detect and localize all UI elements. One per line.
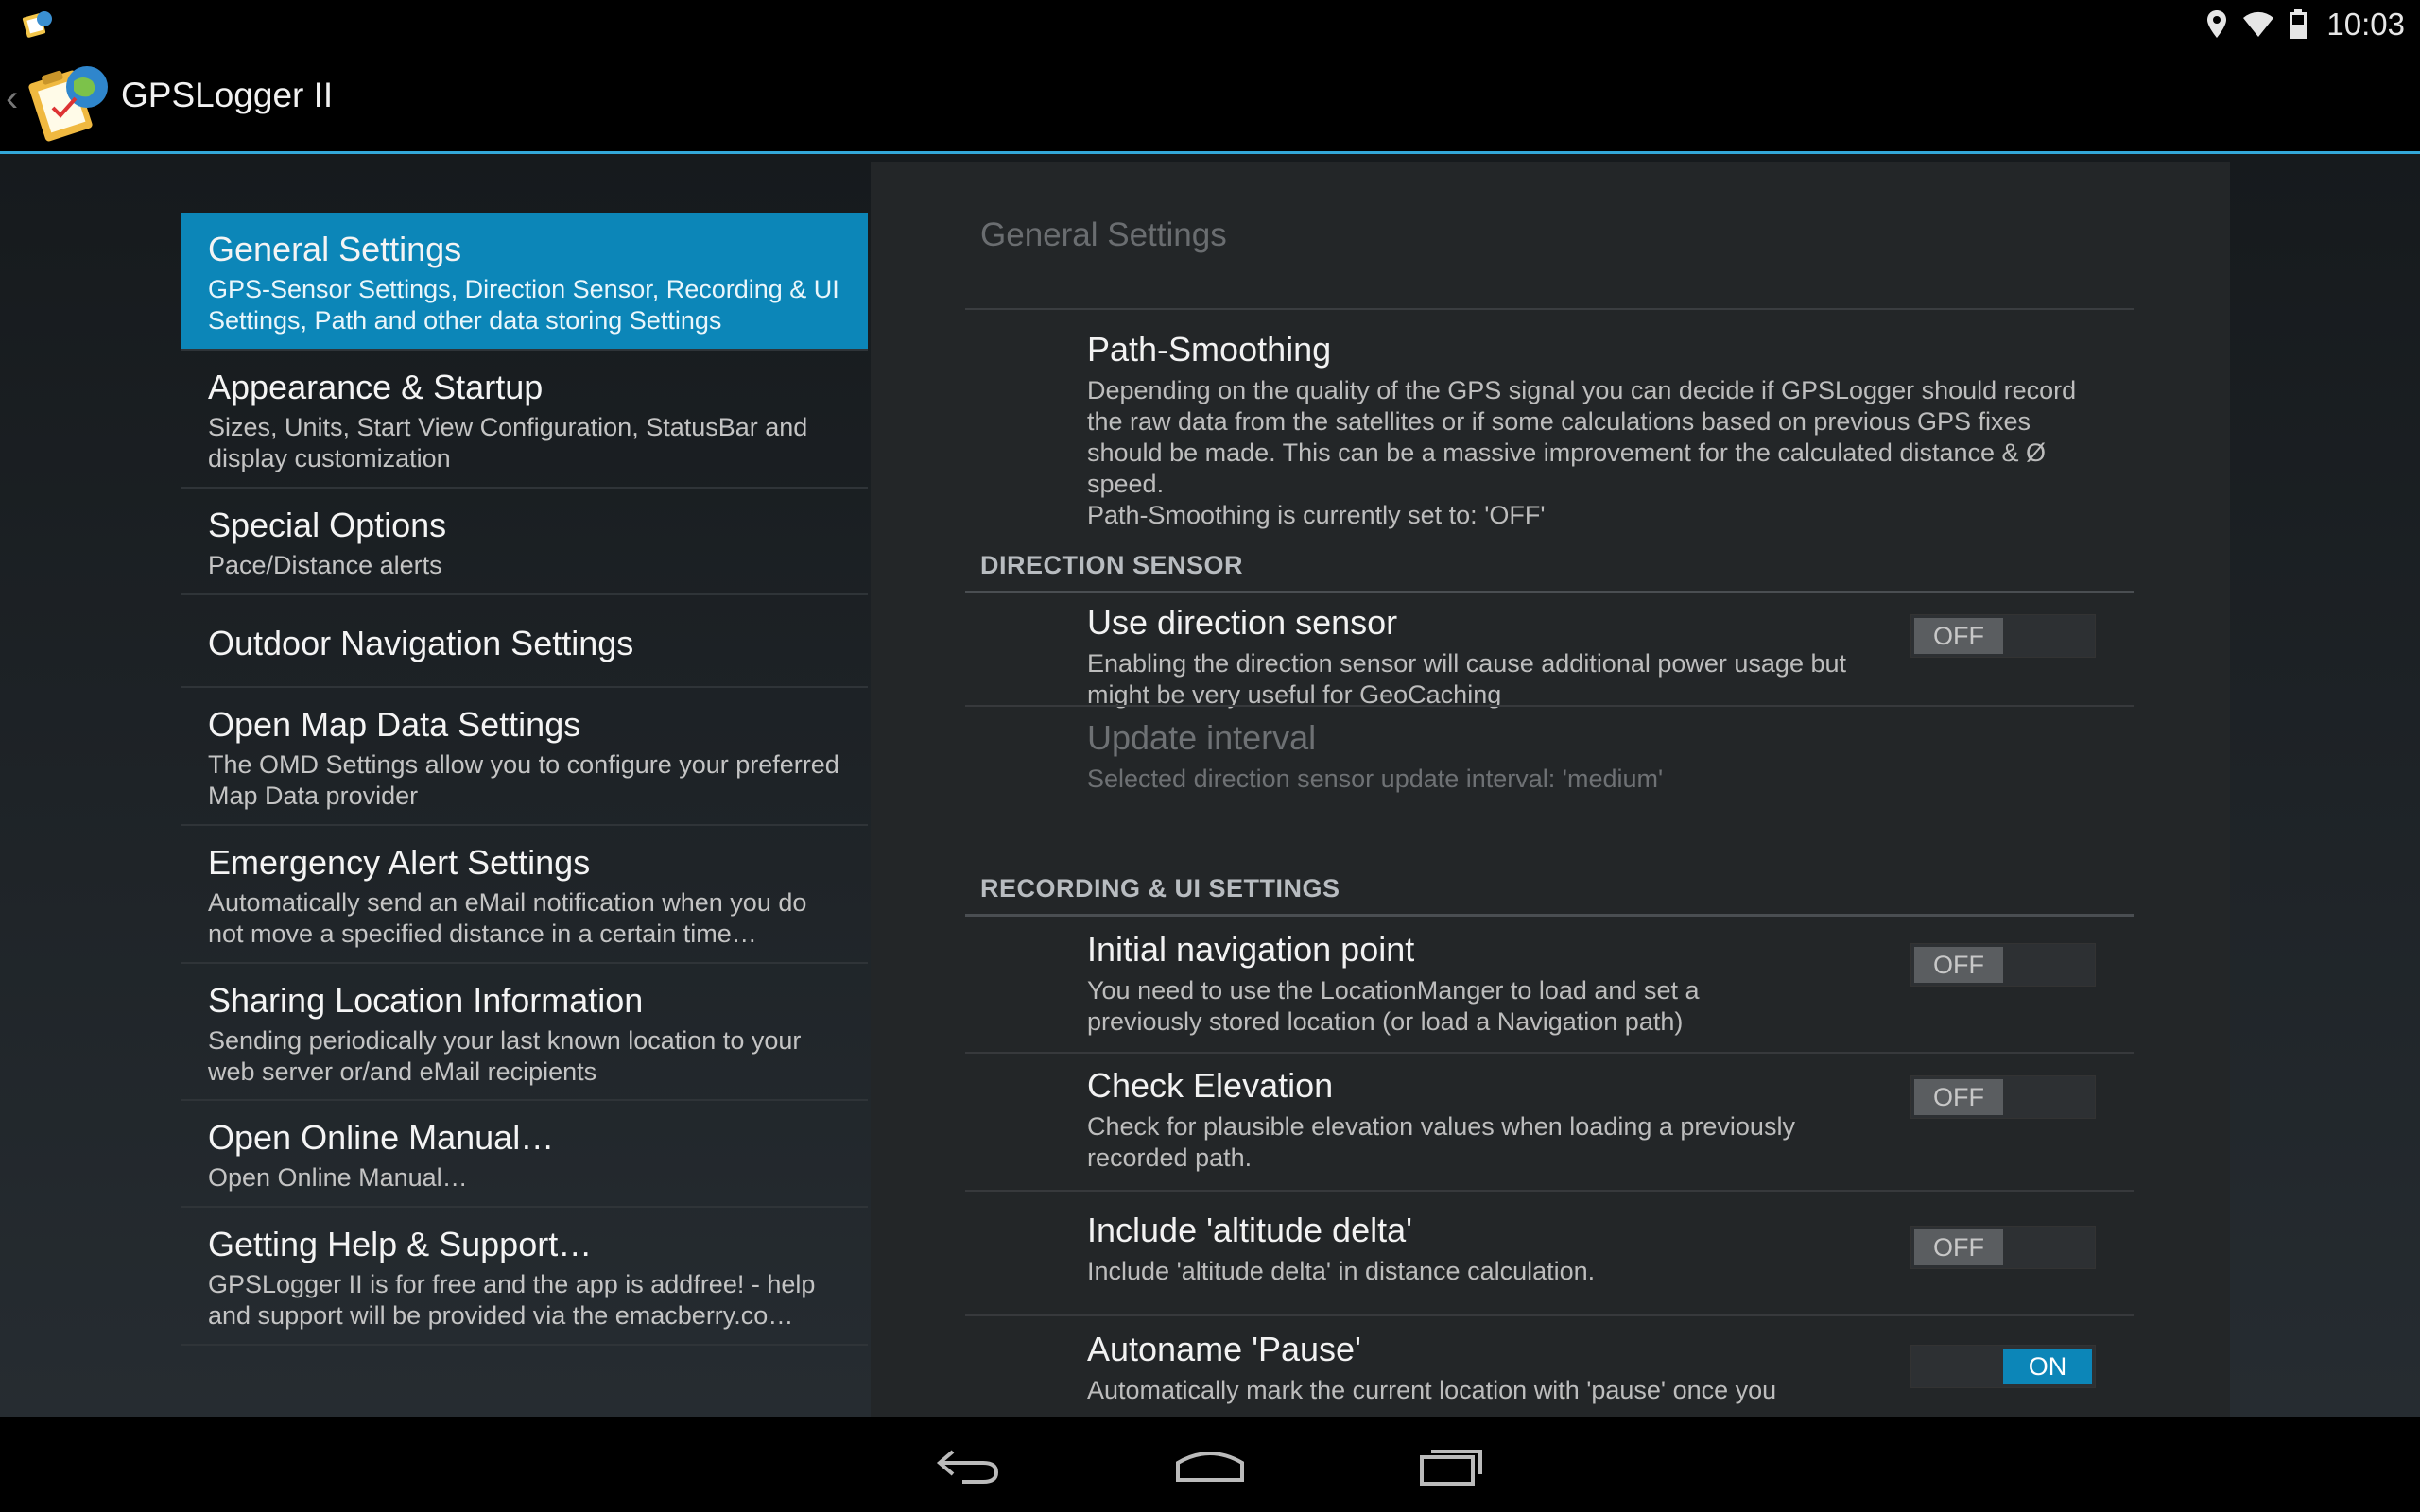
- pref-path-smoothing[interactable]: Path-Smoothing Depending on the quality …: [965, 313, 2134, 529]
- toggle-knob: OFF: [1914, 947, 2003, 983]
- pref-summary: Depending on the quality of the GPS sign…: [1087, 376, 2077, 498]
- settings-header-list: General Settings GPS-Sensor Settings, Di…: [181, 213, 868, 1346]
- header-open-map-data[interactable]: Open Map Data Settings The OMD Settings …: [181, 688, 868, 826]
- pref-title: Initial navigation point: [1087, 930, 1415, 969]
- header-summary: Pace/Distance alerts: [208, 551, 442, 579]
- header-title: Open Map Data Settings: [208, 705, 581, 744]
- toggle-knob: ON: [2003, 1349, 2092, 1384]
- divider: [965, 308, 2134, 310]
- header-title: General Settings: [208, 230, 462, 268]
- wifi-icon: [2243, 11, 2274, 37]
- pref-title: Update interval: [1087, 718, 1317, 757]
- header-summary: Sizes, Units, Start View Configuration, …: [208, 413, 808, 472]
- header-summary: GPSLogger II is for free and the app is …: [208, 1270, 816, 1330]
- header-title: Emergency Alert Settings: [208, 843, 591, 882]
- header-special-options[interactable]: Special Options Pace/Distance alerts: [181, 489, 868, 595]
- pref-update-interval: Update interval Selected direction senso…: [965, 707, 2134, 820]
- header-title: Open Online Manual…: [208, 1118, 555, 1157]
- pref-summary: Include 'altitude delta' in distance cal…: [1087, 1257, 1596, 1285]
- clock: 10:03: [2326, 7, 2405, 42]
- pref-summary: Check for plausible elevation values whe…: [1087, 1112, 1795, 1172]
- pref-summary: Selected direction sensor update interva…: [1087, 765, 1664, 793]
- pref-status: Path-Smoothing is currently set to: 'OFF…: [1087, 501, 1546, 529]
- pref-summary: Enabling the direction sensor will cause…: [1087, 649, 1846, 709]
- pref-title: Include 'altitude delta': [1087, 1211, 1412, 1249]
- divider: [965, 1052, 2134, 1054]
- pref-title: Autoname 'Pause': [1087, 1330, 1361, 1368]
- toggle-knob: OFF: [1914, 1079, 2003, 1115]
- header-sharing-location[interactable]: Sharing Location Information Sending per…: [181, 964, 868, 1101]
- panel-title: General Settings: [980, 216, 1227, 253]
- header-summary: The OMD Settings allow you to configure …: [208, 750, 839, 810]
- check-elevation-toggle[interactable]: OFF: [1910, 1075, 2096, 1119]
- category-direction-sensor: DIRECTION SENSOR: [980, 551, 1244, 579]
- status-bar: 10:03: [0, 0, 2420, 49]
- header-appearance-startup[interactable]: Appearance & Startup Sizes, Units, Start…: [181, 351, 868, 489]
- pref-use-direction-sensor[interactable]: Use direction sensor Enabling the direct…: [965, 593, 2134, 709]
- pref-title: Check Elevation: [1087, 1066, 1334, 1105]
- pref-summary: You need to use the LocationManger to lo…: [1087, 976, 1700, 1036]
- header-title: Appearance & Startup: [208, 368, 544, 406]
- header-general-settings[interactable]: General Settings GPS-Sensor Settings, Di…: [181, 213, 868, 351]
- recent-apps-icon[interactable]: [1418, 1442, 1486, 1489]
- header-title: Sharing Location Information: [208, 981, 644, 1020]
- action-bar: ‹ GPSLogger II: [0, 49, 2420, 154]
- location-icon: [2207, 10, 2227, 38]
- header-title: Special Options: [208, 506, 447, 544]
- toggle-knob: OFF: [1914, 1229, 2003, 1265]
- battery-icon: [2290, 9, 2308, 39]
- header-summary: Automatically send an eMail notification…: [208, 888, 807, 948]
- general-settings-panel: General Settings Path-Smoothing Dependin…: [871, 162, 2230, 1418]
- header-summary: GPS-Sensor Settings, Direction Sensor, R…: [208, 275, 839, 335]
- header-summary: Sending periodically your last known loc…: [208, 1026, 802, 1086]
- header-title: Getting Help & Support…: [208, 1225, 593, 1263]
- app-title: GPSLogger II: [121, 76, 334, 114]
- header-title: Outdoor Navigation Settings: [208, 624, 634, 662]
- pref-title: Use direction sensor: [1087, 603, 1398, 642]
- direction-sensor-toggle[interactable]: OFF: [1910, 614, 2096, 658]
- toggle-knob: OFF: [1914, 618, 2003, 654]
- pref-initial-navigation-point[interactable]: Initial navigation point You need to use…: [965, 917, 2134, 1054]
- pref-autoname-pause[interactable]: Autoname 'Pause' Automatically mark the …: [965, 1316, 2134, 1418]
- pref-check-elevation[interactable]: Check Elevation Check for plausible elev…: [965, 1055, 2134, 1192]
- header-help-support[interactable]: Getting Help & Support… GPSLogger II is …: [181, 1208, 868, 1346]
- initial-navigation-toggle[interactable]: OFF: [1910, 943, 2096, 987]
- settings-content: General Settings GPS-Sensor Settings, Di…: [0, 154, 2420, 1418]
- header-summary: Open Online Manual…: [208, 1163, 468, 1192]
- gpslogger-logo-icon[interactable]: [26, 59, 113, 144]
- pref-include-altitude-delta[interactable]: Include 'altitude delta' Include 'altitu…: [965, 1192, 2134, 1316]
- header-emergency-alert[interactable]: Emergency Alert Settings Automatically s…: [181, 826, 868, 964]
- pref-summary: Automatically mark the current location …: [1087, 1376, 1777, 1404]
- pref-title: Path-Smoothing: [1087, 330, 1332, 369]
- gpslogger-notification-icon: [22, 11, 52, 38]
- navigation-bar: [0, 1418, 2420, 1512]
- home-icon[interactable]: [1174, 1442, 1246, 1489]
- header-online-manual[interactable]: Open Online Manual… Open Online Manual…: [181, 1101, 868, 1208]
- up-caret-icon[interactable]: ‹: [6, 77, 18, 120]
- back-icon[interactable]: [934, 1442, 1002, 1489]
- category-recording-ui: RECORDING & UI SETTINGS: [980, 874, 1340, 902]
- header-outdoor-navigation[interactable]: Outdoor Navigation Settings: [181, 595, 868, 688]
- autoname-pause-toggle[interactable]: ON: [1910, 1345, 2096, 1388]
- altitude-delta-toggle[interactable]: OFF: [1910, 1226, 2096, 1269]
